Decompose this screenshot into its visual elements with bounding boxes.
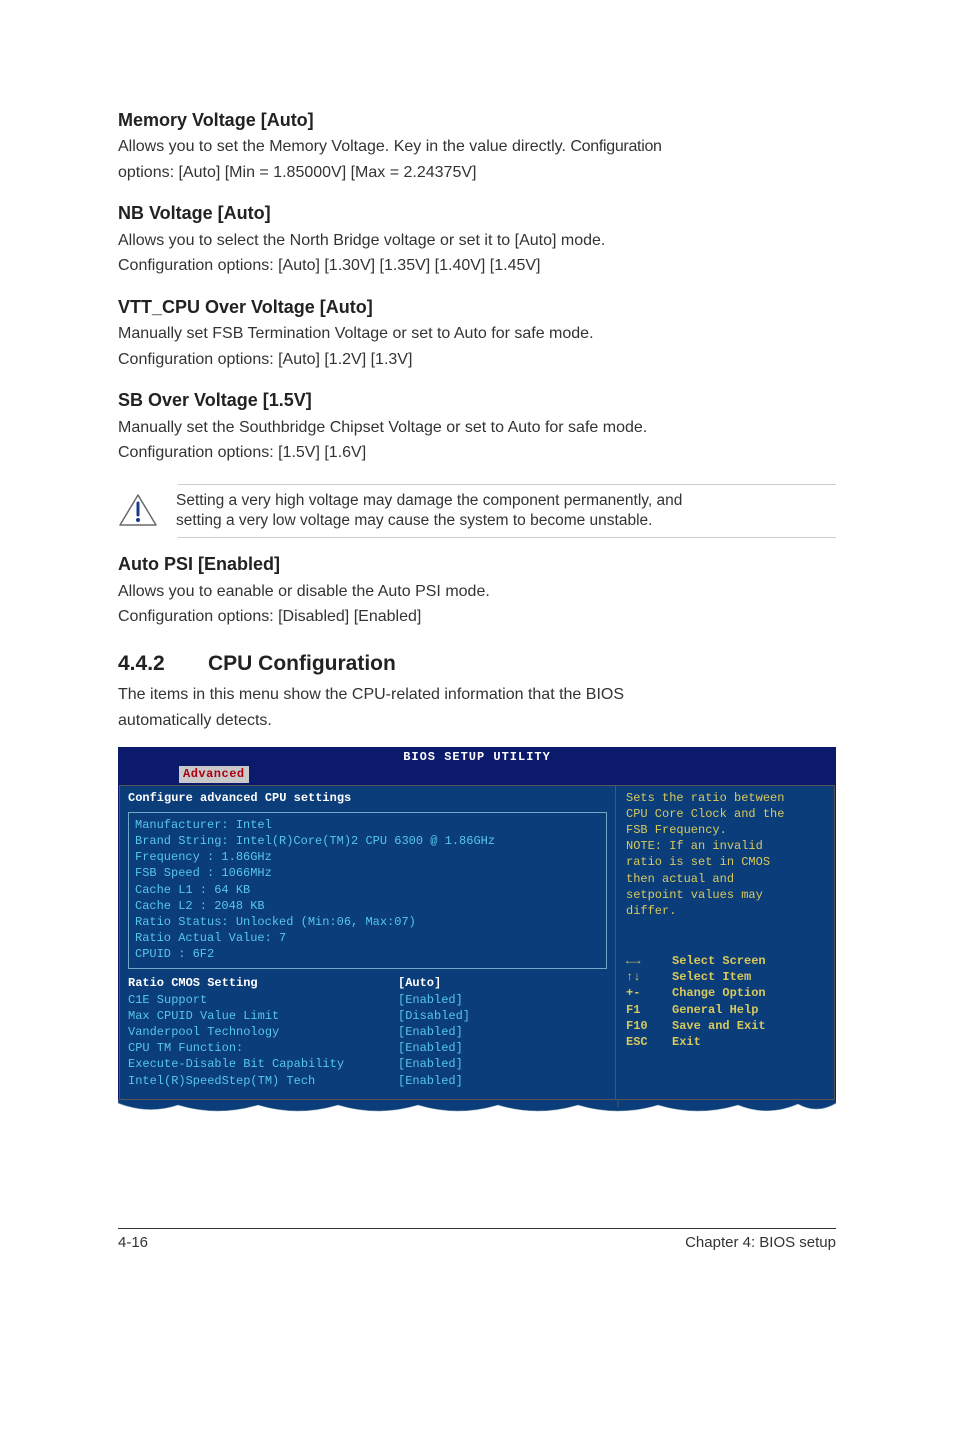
bios-nav-key: F10 <box>626 1018 672 1034</box>
bios-setting-value: [Disabled] <box>398 1008 470 1024</box>
bios-setting-value: [Auto] <box>398 975 441 991</box>
bios-tabrow: Advanced <box>119 766 835 784</box>
section-title: CPU Configuration <box>208 652 396 675</box>
bios-setting-value: [Enabled] <box>398 1040 463 1056</box>
bios-nav-label: Exit <box>672 1034 701 1050</box>
text: NOTE: If an invalid <box>626 838 824 854</box>
bios-setting-value: [Enabled] <box>398 1056 463 1072</box>
desc-nb-voltage-1: Allows you to select the North Bridge vo… <box>118 230 836 252</box>
text: differ. <box>626 903 824 919</box>
desc-cpu-config-2: automatically detects. <box>118 710 836 732</box>
bios-right-panel: Sets the ratio between CPU Core Clock an… <box>615 785 835 1100</box>
bios-setting-label: Intel(R)SpeedStep(TM) Tech <box>128 1073 398 1089</box>
bios-setting-row[interactable]: Ratio CMOS Setting[Auto] <box>128 975 607 991</box>
bios-setting-label: Vanderpool Technology <box>128 1024 398 1040</box>
bios-nav-key: ↑↓ <box>626 969 672 985</box>
desc-vtt-cpu-1: Manually set FSB Termination Voltage or … <box>118 323 836 345</box>
bios-help-text: Sets the ratio between CPU Core Clock an… <box>626 790 824 920</box>
text: ratio is set in CMOS <box>626 854 824 870</box>
text: Sets the ratio between <box>626 790 824 806</box>
bios-window: BIOS SETUP UTILITY Advanced Configure ad… <box>118 747 836 1101</box>
bios-cpu-info-box: Manufacturer: Intel Brand String: Intel(… <box>128 812 607 970</box>
bios-info-line: CPUID : 6F2 <box>135 946 600 962</box>
bios-setting-row[interactable]: CPU TM Function:[Enabled] <box>128 1040 607 1056</box>
desc-auto-psi-2: Configuration options: [Disabled] [Enabl… <box>118 606 836 628</box>
text: Setting a very high voltage may damage t… <box>176 492 682 509</box>
bios-setting-row[interactable]: Max CPUID Value Limit[Disabled] <box>128 1008 607 1024</box>
bios-setting-label: Max CPUID Value Limit <box>128 1008 398 1024</box>
bios-setting-row[interactable]: Vanderpool Technology[Enabled] <box>128 1024 607 1040</box>
bios-setting-label: CPU TM Function: <box>128 1040 398 1056</box>
heading-nb-voltage: NB Voltage [Auto] <box>118 201 836 225</box>
bios-nav-row: ↑↓Select Item <box>626 969 824 985</box>
bios-setting-label: Execute-Disable Bit Capability <box>128 1056 398 1072</box>
bios-nav-row: +-Change Option <box>626 985 824 1001</box>
text: FSB Frequency. <box>626 822 824 838</box>
heading-memory-voltage: Memory Voltage [Auto] <box>118 108 836 132</box>
bios-nav-row: ESCExit <box>626 1034 824 1050</box>
bios-nav-row: F10Save and Exit <box>626 1018 824 1034</box>
bios-info-line: Frequency : 1.86GHz <box>135 849 600 865</box>
bios-left-panel: Configure advanced CPU settings Manufact… <box>119 785 615 1100</box>
warning-icon <box>118 493 158 527</box>
divider <box>178 537 836 538</box>
warning-text: Setting a very high voltage may damage t… <box>176 491 682 531</box>
bios-nav-label: Select Item <box>672 969 751 985</box>
bios-info-line: Manufacturer: Intel <box>135 817 600 833</box>
bios-setting-row[interactable]: C1E Support[Enabled] <box>128 992 607 1008</box>
desc-memory-voltage-2: options: [Auto] [Min = 1.85000V] [Max = … <box>118 162 836 184</box>
desc-memory-voltage: Allows you to set the Memory Voltage. Ke… <box>118 136 836 158</box>
bios-setting-row[interactable]: Execute-Disable Bit Capability[Enabled] <box>128 1056 607 1072</box>
bios-nav-label: Change Option <box>672 985 766 1001</box>
bios-setting-value: [Enabled] <box>398 1073 463 1089</box>
bios-title: BIOS SETUP UTILITY <box>119 748 835 766</box>
bios-info-line: Ratio Status: Unlocked (Min:06, Max:07) <box>135 914 600 930</box>
bios-torn-edge <box>118 1100 836 1118</box>
text: then actual and <box>626 871 824 887</box>
heading-auto-psi: Auto PSI [Enabled] <box>118 552 836 576</box>
bios-nav-row: ←→Select Screen <box>626 953 824 969</box>
bios-nav-label: Save and Exit <box>672 1018 766 1034</box>
text: CPU Core Clock and the <box>626 806 824 822</box>
bios-setting-row[interactable]: Intel(R)SpeedStep(TM) Tech[Enabled] <box>128 1073 607 1089</box>
warning-callout: Setting a very high voltage may damage t… <box>118 484 836 538</box>
bios-info-line: Brand String: Intel(R)Core(TM)2 CPU 6300… <box>135 833 600 849</box>
bios-nav-row: F1General Help <box>626 1002 824 1018</box>
bios-setting-value: [Enabled] <box>398 992 463 1008</box>
bios-info-line: FSB Speed : 1066MHz <box>135 865 600 881</box>
bios-settings-list: Ratio CMOS Setting[Auto]C1E Support[Enab… <box>128 975 607 1088</box>
desc-sb-over-1: Manually set the Southbridge Chipset Vol… <box>118 417 836 439</box>
desc-vtt-cpu-2: Configuration options: [Auto] [1.2V] [1.… <box>118 349 836 371</box>
text: Allows you to set the Memory Voltage. Ke… <box>118 138 570 155</box>
bios-tab-advanced[interactable]: Advanced <box>179 766 249 782</box>
bios-nav-help: ←→Select Screen↑↓Select Item+-Change Opt… <box>626 953 824 1050</box>
bios-nav-key: F1 <box>626 1002 672 1018</box>
bios-info-line: Ratio Actual Value: 7 <box>135 930 600 946</box>
bios-info-line: Cache L1 : 64 KB <box>135 882 600 898</box>
chapter-title: Chapter 4: BIOS setup <box>685 1233 836 1253</box>
bios-setting-value: [Enabled] <box>398 1024 463 1040</box>
page-footer: 4-16 Chapter 4: BIOS setup <box>118 1228 836 1253</box>
bios-nav-key: +- <box>626 985 672 1001</box>
bios-nav-label: Select Screen <box>672 953 766 969</box>
desc-sb-over-2: Configuration options: [1.5V] [1.6V] <box>118 442 836 464</box>
heading-vtt-cpu: VTT_CPU Over Voltage [Auto] <box>118 295 836 319</box>
bios-left-heading: Configure advanced CPU settings <box>128 790 607 806</box>
desc-nb-voltage-2: Configuration options: [Auto] [1.30V] [1… <box>118 255 836 277</box>
text: setting a very low voltage may cause the… <box>176 512 652 529</box>
section-heading-cpu-config: 4.4.2CPU Configuration <box>118 650 836 678</box>
bios-nav-label: General Help <box>672 1002 758 1018</box>
heading-sb-over: SB Over Voltage [1.5V] <box>118 388 836 412</box>
bios-nav-key: ←→ <box>626 953 672 969</box>
bios-nav-key: ESC <box>626 1034 672 1050</box>
desc-auto-psi-1: Allows you to eanable or disable the Aut… <box>118 581 836 603</box>
bios-setting-label: C1E Support <box>128 992 398 1008</box>
page-number: 4-16 <box>118 1233 148 1253</box>
text: setpoint values may <box>626 887 824 903</box>
text-condensed: Configuration <box>570 138 661 155</box>
bios-info-line: Cache L2 : 2048 KB <box>135 898 600 914</box>
bios-setting-label: Ratio CMOS Setting <box>128 975 398 991</box>
section-number: 4.4.2 <box>118 650 208 678</box>
desc-cpu-config-1: The items in this menu show the CPU-rela… <box>118 684 836 706</box>
